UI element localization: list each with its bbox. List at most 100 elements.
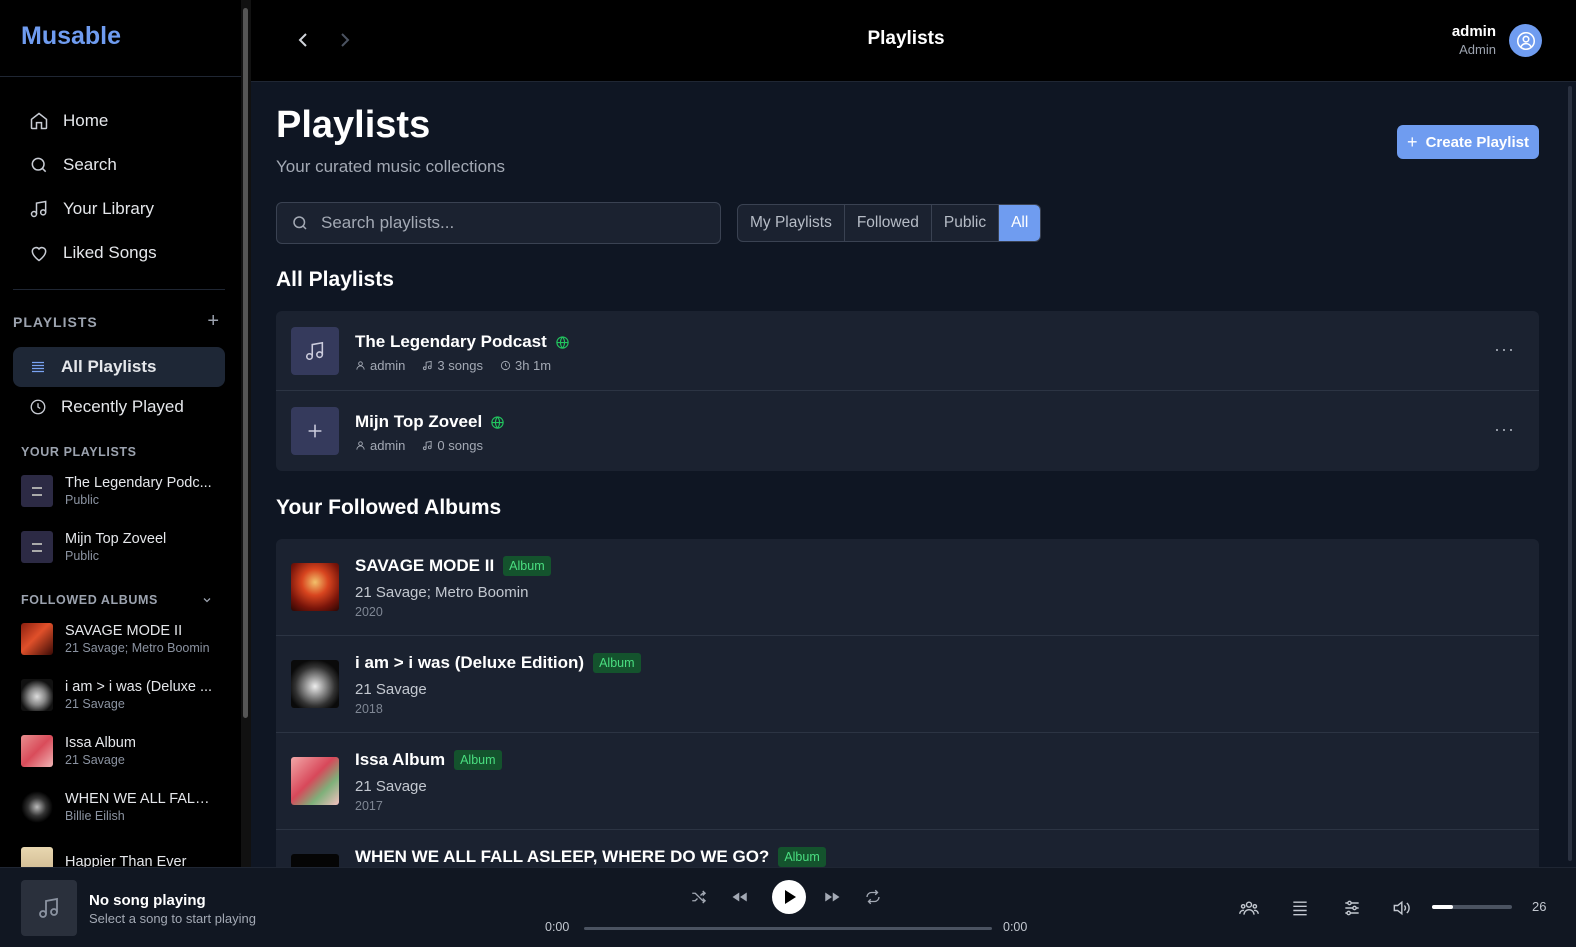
queue-button[interactable] (1290, 898, 1312, 920)
playlist-thumb-icon (21, 531, 53, 563)
now-playing-art (21, 880, 77, 936)
recently-played-label: Recently Played (61, 397, 184, 416)
page-subtitle: Your curated music collections (276, 157, 505, 176)
nav-search[interactable]: Search (13, 143, 225, 187)
album-title[interactable]: SAVAGE MODE II (355, 556, 494, 576)
equalizer-button[interactable] (1342, 898, 1364, 920)
list-item[interactable]: i am > i was (Deluxe Edition) Album 21 S… (276, 636, 1539, 733)
filter-public[interactable]: Public (932, 205, 1000, 241)
sidebar-scrollbar-thumb[interactable] (243, 8, 248, 718)
page-title: Playlists (276, 104, 431, 146)
top-bar-title: Playlists (867, 28, 945, 49)
sidebar-album-item[interactable]: SAVAGE MODE II 21 Savage; Metro Boomin (0, 611, 241, 667)
filter-all[interactable]: All (999, 205, 1041, 241)
playlists-list: The Legendary Podcast admin 3 songs 3h 1… (276, 311, 1539, 471)
sidebar-album-item[interactable]: Issa Album 21 Savage (0, 723, 241, 779)
create-playlist-button[interactable]: + Create Playlist (1397, 125, 1539, 159)
progress-bar[interactable] (584, 927, 992, 930)
user-info[interactable]: admin Admin (1452, 23, 1496, 57)
previous-button[interactable] (728, 885, 752, 909)
add-playlist-icon[interactable]: + (207, 310, 220, 333)
sidebar-album-item[interactable]: Happier Than Ever (0, 835, 241, 867)
sidebar-item-all-playlists[interactable]: All Playlists (13, 347, 225, 387)
sidebar-album-item[interactable]: WHEN WE ALL FALL ... Billie Eilish (0, 779, 241, 835)
album-title[interactable]: i am > i was (Deluxe Edition) (355, 653, 584, 673)
sidebar-playlist-title: Mijn Top Zoveel (65, 531, 167, 547)
volume-icon (1393, 900, 1410, 916)
album-art-when-we-all-fall-asleep (291, 854, 339, 867)
playlist-nav: All Playlists Recently Played (0, 333, 241, 427)
album-year: 2020 (355, 605, 383, 619)
sliders-icon (1345, 900, 1359, 916)
playlist-owner: admin (370, 438, 406, 453)
main-nav: Home Search Your Library Liked Songs (13, 77, 225, 290)
sidebar-playlist-item[interactable]: The Legendary Podc... Public (0, 463, 241, 519)
list-item[interactable]: The Legendary Podcast admin 3 songs 3h 1… (276, 311, 1539, 391)
rewind-icon (732, 892, 747, 902)
top-bar: Playlists admin Admin (251, 0, 1576, 82)
nav-home[interactable]: Home (13, 99, 225, 143)
avatar[interactable] (1509, 24, 1542, 57)
list-item[interactable]: Mijn Top Zoveel admin 0 songs ··· (276, 391, 1539, 471)
app-logo[interactable]: Musable (0, 0, 241, 77)
playlist-meta: admin 0 songs (355, 438, 500, 453)
sidebar-scrollbar[interactable] (241, 0, 251, 867)
all-playlists-label: All Playlists (61, 357, 157, 376)
album-art-i-am-i-was (21, 679, 53, 711)
album-artist[interactable]: 21 Savage; Metro Boomin (355, 584, 528, 601)
nav-liked-songs[interactable]: Liked Songs (13, 231, 225, 275)
album-title[interactable]: Issa Album (355, 750, 445, 770)
music-note-icon (39, 897, 58, 918)
sidebar-item-recently-played[interactable]: Recently Played (13, 387, 225, 427)
list-item[interactable]: Issa Album Album 21 Savage 2017 (276, 733, 1539, 830)
repeat-button[interactable] (861, 885, 885, 909)
search-icon (31, 157, 47, 173)
sidebar-playlist-item[interactable]: Mijn Top Zoveel Public (0, 519, 241, 575)
sidebar-playlist-sub: Public (65, 549, 100, 563)
album-artist[interactable]: 21 Savage (355, 681, 427, 698)
main-content: Playlists Your curated music collections… (251, 82, 1565, 867)
more-options-icon[interactable]: ··· (1494, 419, 1515, 440)
album-art-savage-mode (21, 623, 53, 655)
next-button[interactable] (820, 885, 844, 909)
album-title-row: WHEN WE ALL FALL ASLEEP, WHERE DO WE GO?… (355, 847, 826, 867)
playlist-name[interactable]: The Legendary Podcast (355, 332, 547, 352)
main-scrollbar[interactable] (1565, 82, 1576, 867)
album-title[interactable]: WHEN WE ALL FALL ASLEEP, WHERE DO WE GO? (355, 847, 769, 867)
sidebar-album-item[interactable]: i am > i was (Deluxe ... 21 Savage (0, 667, 241, 723)
search-input[interactable] (321, 213, 701, 233)
filter-my-playlists[interactable]: My Playlists (738, 205, 845, 241)
listen-together-button[interactable] (1239, 898, 1261, 920)
nav-library-label: Your Library (63, 199, 155, 218)
users-icon (1239, 901, 1259, 915)
sidebar-album-sub: Billie Eilish (65, 809, 125, 823)
chevron-down-icon[interactable] (201, 594, 213, 606)
music-note-icon (423, 440, 433, 451)
album-title-row: SAVAGE MODE II Album (355, 556, 551, 576)
playlist-name-row: Mijn Top Zoveel (355, 412, 505, 432)
search-icon (293, 216, 307, 230)
album-art-issa (291, 757, 339, 805)
album-badge: Album (778, 847, 826, 867)
filter-followed[interactable]: Followed (845, 205, 932, 241)
album-art-happier-than-ever (21, 847, 53, 867)
volume-slider[interactable] (1432, 905, 1512, 909)
your-playlists-heading-text: YOUR PLAYLISTS (21, 445, 137, 459)
album-artist[interactable]: 21 Savage (355, 778, 427, 795)
main-scrollbar-thumb[interactable] (1568, 86, 1572, 861)
followed-albums-header[interactable]: FOLLOWED ALBUMS (0, 589, 241, 611)
volume-button[interactable] (1391, 898, 1413, 920)
album-title-row: Issa Album Album (355, 750, 502, 770)
sidebar-album-sub: 21 Savage (65, 753, 125, 767)
more-options-icon[interactable]: ··· (1494, 339, 1515, 360)
list-item[interactable]: SAVAGE MODE II Album 21 Savage; Metro Bo… (276, 539, 1539, 636)
play-button[interactable] (772, 880, 806, 914)
user-role: Admin (1459, 42, 1496, 57)
nav-library[interactable]: Your Library (13, 187, 225, 231)
globe-icon (491, 415, 504, 429)
album-art-issa (21, 735, 53, 767)
shuffle-button[interactable] (687, 885, 711, 909)
playlist-name[interactable]: Mijn Top Zoveel (355, 412, 482, 432)
list-item[interactable]: WHEN WE ALL FALL ASLEEP, WHERE DO WE GO?… (276, 830, 1539, 867)
user-circle-icon (1516, 31, 1535, 50)
